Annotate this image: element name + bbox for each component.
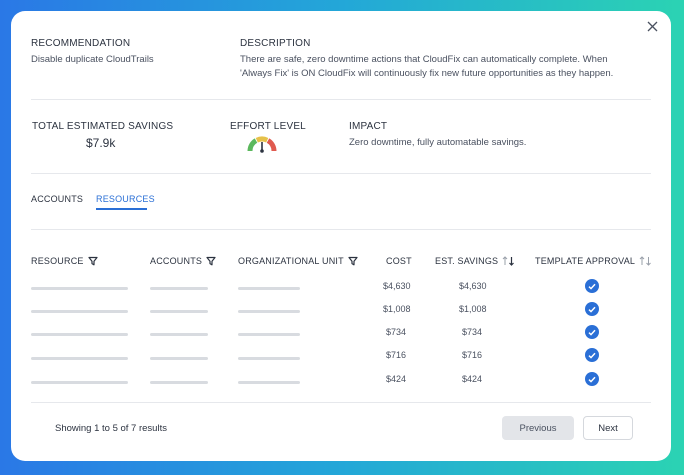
header-est-savings[interactable]: EST. SAVINGS	[435, 256, 515, 266]
account-placeholder	[150, 287, 208, 290]
account-placeholder	[150, 310, 208, 313]
recommendation-label: RECOMMENDATION	[31, 38, 131, 49]
account-placeholder	[150, 381, 208, 384]
recommendation-value: Disable duplicate CloudTrails	[31, 54, 154, 65]
total-savings-value: $7.9k	[86, 136, 116, 150]
resource-placeholder	[31, 287, 128, 290]
header-template-approval-label: TEMPLATE APPROVAL	[535, 256, 636, 266]
org-unit-placeholder	[238, 333, 300, 336]
cost-cell: $424	[386, 374, 407, 384]
recommendation-modal: RECOMMENDATION Disable duplicate CloudTr…	[11, 11, 671, 461]
cost-cell: $4,630	[383, 281, 411, 291]
header-accounts[interactable]: ACCOUNTS	[150, 256, 216, 266]
org-unit-placeholder	[238, 357, 300, 360]
header-cost[interactable]: COST	[386, 256, 412, 266]
header-est-savings-label: EST. SAVINGS	[435, 256, 499, 266]
description-label: DESCRIPTION	[240, 38, 311, 49]
effort-gauge-icon	[247, 136, 277, 159]
next-button[interactable]: Next	[583, 416, 633, 440]
total-savings-label: TOTAL ESTIMATED SAVINGS	[32, 121, 174, 132]
sort-icon[interactable]	[502, 256, 515, 266]
impact-label: IMPACT	[349, 121, 388, 132]
cost-cell: $716	[386, 350, 407, 360]
resource-placeholder	[31, 333, 128, 336]
savings-cell: $734	[462, 327, 483, 337]
divider	[31, 99, 651, 100]
header-org-unit-label: ORGANIZATIONAL UNIT	[238, 256, 344, 266]
account-placeholder	[150, 333, 208, 336]
savings-cell: $4,630	[459, 281, 487, 291]
org-unit-placeholder	[238, 287, 300, 290]
sort-icon[interactable]	[639, 256, 652, 266]
divider	[31, 402, 651, 403]
cost-cell: $734	[386, 327, 407, 337]
account-placeholder	[150, 357, 208, 360]
previous-button[interactable]: Previous	[502, 416, 574, 440]
header-resource-label: RESOURCE	[31, 256, 84, 266]
resource-placeholder	[31, 310, 128, 313]
check-circle-icon	[585, 325, 599, 339]
impact-value: Zero downtime, fully automatable savings…	[349, 137, 527, 148]
description-line-2: 'Always Fix' is ON CloudFix will continu…	[240, 68, 614, 79]
pagination-summary: Showing 1 to 5 of 7 results	[55, 423, 167, 434]
org-unit-placeholder	[238, 381, 300, 384]
effort-level-label: EFFORT LEVEL	[230, 121, 306, 132]
header-resource[interactable]: RESOURCE	[31, 256, 98, 266]
close-icon[interactable]	[643, 17, 661, 35]
tab-resources[interactable]: RESOURCES	[96, 194, 155, 204]
filter-icon[interactable]	[206, 256, 216, 266]
check-circle-icon	[585, 279, 599, 293]
filter-icon[interactable]	[88, 256, 98, 266]
check-circle-icon	[585, 302, 599, 316]
header-template-approval[interactable]: TEMPLATE APPROVAL	[535, 256, 652, 266]
divider	[31, 173, 651, 174]
resource-placeholder	[31, 381, 128, 384]
savings-cell: $1,008	[459, 304, 487, 314]
org-unit-placeholder	[238, 310, 300, 313]
savings-cell: $424	[462, 374, 483, 384]
check-circle-icon	[585, 348, 599, 362]
savings-cell: $716	[462, 350, 483, 360]
header-accounts-label: ACCOUNTS	[150, 256, 203, 266]
divider	[31, 229, 651, 230]
tab-accounts[interactable]: ACCOUNTS	[31, 194, 83, 204]
tab-resources-underline	[96, 208, 147, 210]
description-text: There are safe, zero downtime actions th…	[240, 53, 650, 81]
cost-cell: $1,008	[383, 304, 411, 314]
header-organizational-unit[interactable]: ORGANIZATIONAL UNIT	[238, 256, 358, 266]
check-circle-icon	[585, 372, 599, 386]
filter-icon[interactable]	[348, 256, 358, 266]
resource-placeholder	[31, 357, 128, 360]
description-line-1: There are safe, zero downtime actions th…	[240, 54, 608, 65]
